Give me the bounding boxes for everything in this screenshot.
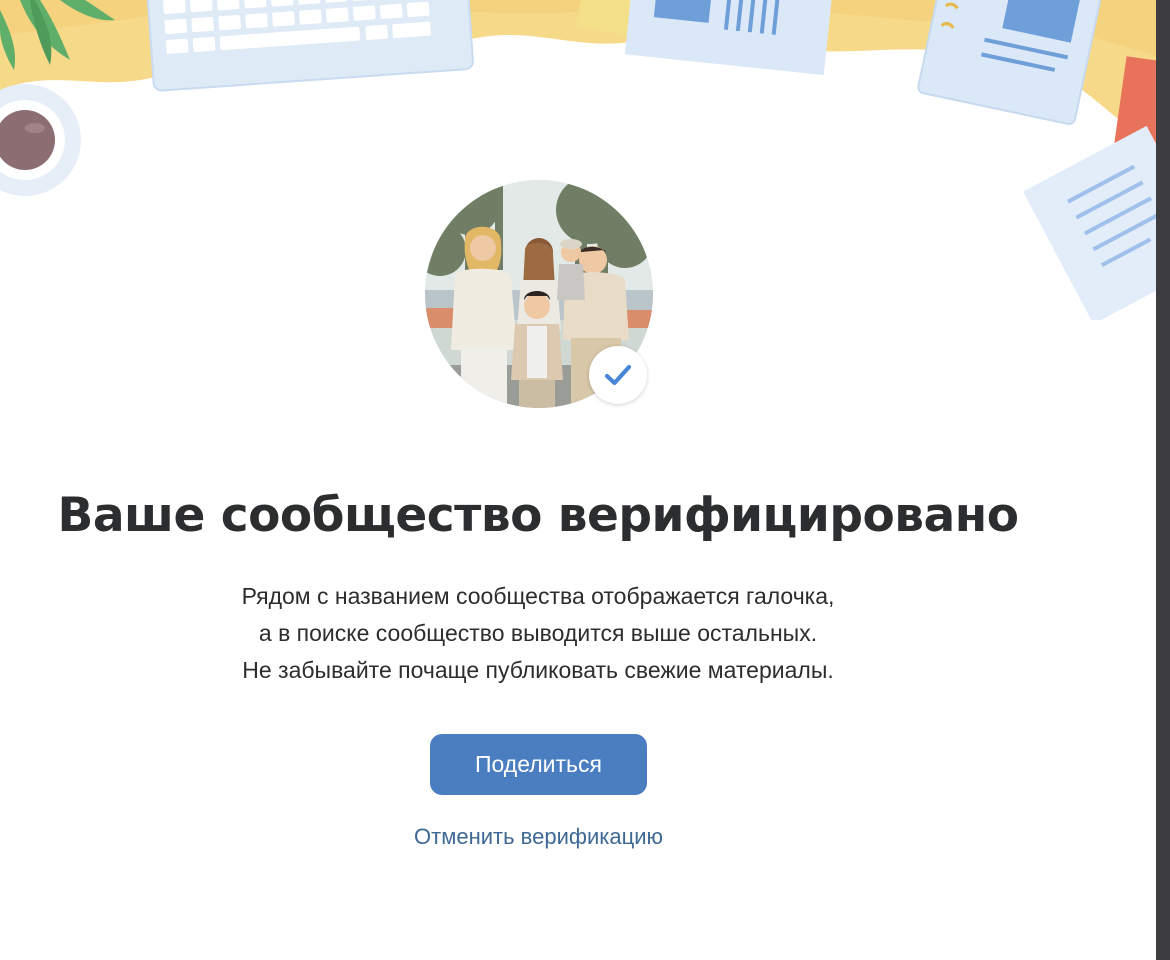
window-frame-edge xyxy=(1156,0,1170,960)
community-avatar xyxy=(425,180,653,408)
description-line: Рядом с названием сообщества отображаетс… xyxy=(241,583,835,609)
description-line: Не забывайте почаще публиковать свежие м… xyxy=(242,657,834,683)
description-line: а в поиске сообщество выводится выше ост… xyxy=(258,620,818,646)
notebook-decoration xyxy=(917,0,1105,125)
sheet-decoration xyxy=(1022,125,1170,320)
share-button[interactable]: Поделиться xyxy=(430,734,647,795)
description: Рядом с названием сообщества отображаетс… xyxy=(0,578,1076,689)
checkmark-icon xyxy=(604,364,632,386)
verification-dialog: Ваше сообщество верифицировано Рядом с н… xyxy=(0,0,1170,960)
verified-badge xyxy=(589,346,647,404)
cancel-verification-link[interactable]: Отменить верификацию xyxy=(300,824,777,850)
coffee-cup-decoration xyxy=(0,84,81,196)
keyboard-decoration xyxy=(146,0,474,92)
page-title: Ваше сообщество верифицировано xyxy=(57,488,1019,543)
